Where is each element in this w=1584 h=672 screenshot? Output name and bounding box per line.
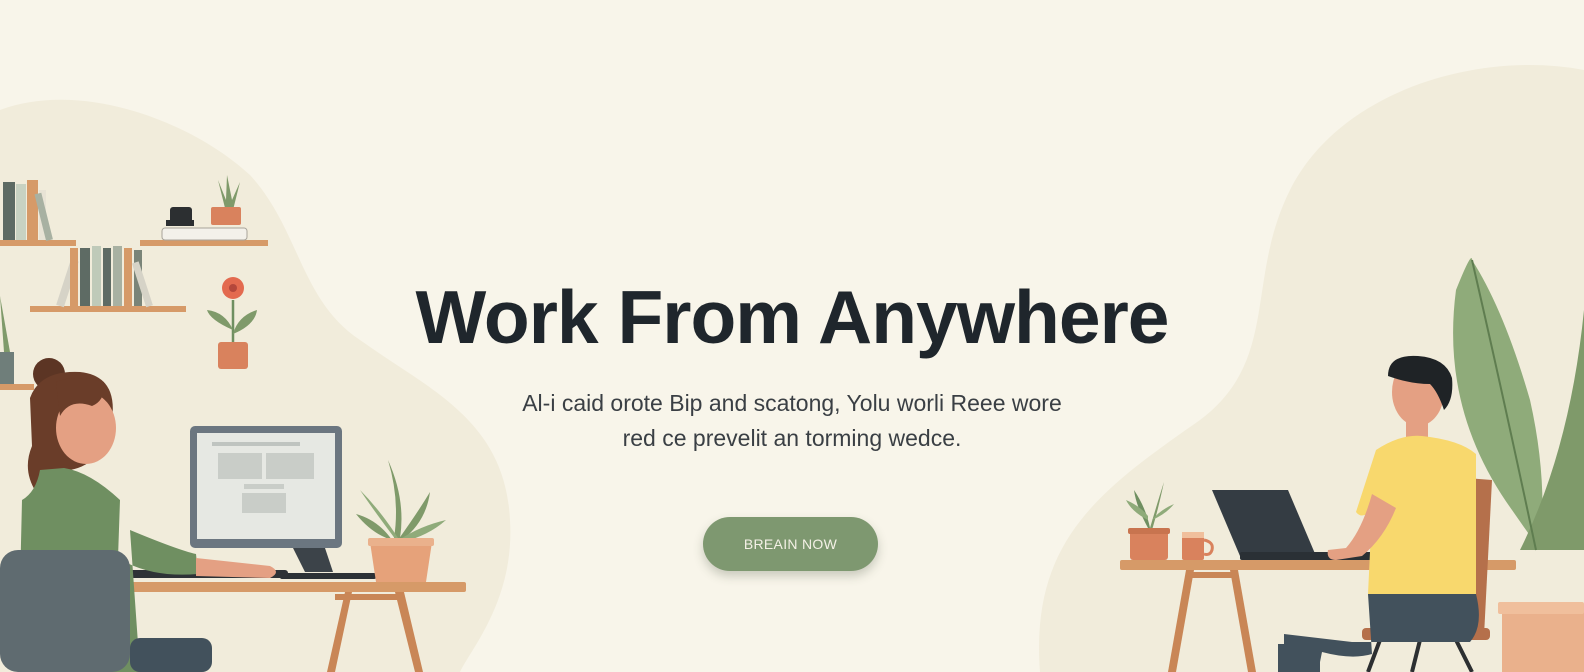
hero-subtitle: Al-i caid orote Bip and scatong, Yolu wo… — [0, 386, 1584, 456]
plant-icon — [356, 460, 446, 582]
subtitle-line-2: red ce prevelit an torming wedce. — [622, 425, 962, 451]
plant-icon — [211, 175, 241, 225]
mug-icon — [1182, 532, 1214, 560]
subtitle-line-1: Al-i caid orote Bip and scatong, Yolu wo… — [522, 390, 1062, 416]
plant-icon — [1126, 482, 1174, 560]
page-title: Work From Anywhere — [415, 275, 1170, 359]
hero-section: Work From Anywhere Al-i caid orote Bip a… — [0, 0, 1584, 672]
bookshelf-icon — [0, 180, 76, 246]
cta-button[interactable]: BREAIN NOW — [703, 517, 878, 571]
shelf-2 — [140, 175, 268, 246]
